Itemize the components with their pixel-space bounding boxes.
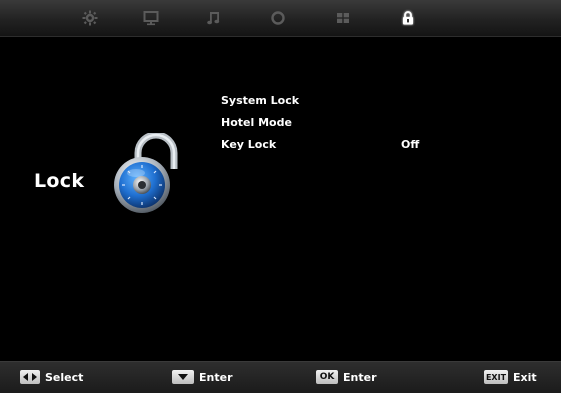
hint-exit: EXIT Exit: [484, 370, 537, 384]
ok-key-icon: OK: [316, 370, 338, 384]
clock-icon: [271, 11, 285, 25]
menu-item-system-lock[interactable]: System Lock: [221, 93, 551, 115]
hint-select-label: Select: [45, 370, 84, 384]
menu-item-key-lock[interactable]: Key Lock Off: [221, 137, 551, 159]
menu-item-label: System Lock: [221, 94, 300, 107]
combination-lock-icon: [114, 133, 178, 213]
menu-item-label: Key Lock: [221, 138, 277, 151]
tab-lock[interactable]: [378, 0, 438, 36]
menu-item-hotel-mode[interactable]: Hotel Mode: [221, 115, 551, 137]
exit-key-icon: EXIT: [484, 370, 508, 384]
bottom-hint-bar: Select Enter OK Enter EXIT Exit: [0, 361, 561, 393]
hint-select: Select: [20, 370, 83, 384]
hint-enter-label: Enter: [199, 370, 233, 384]
menu-item-label: Hotel Mode: [221, 116, 292, 129]
hint-exit-label: Exit: [513, 370, 537, 384]
hint-enter-down: Enter: [172, 370, 233, 384]
down-arrow-icon: [172, 370, 194, 384]
key-lock-value: Off: [401, 138, 420, 151]
tab-audio[interactable]: [184, 0, 244, 36]
tab-setup[interactable]: [313, 0, 373, 36]
tab-time[interactable]: [248, 0, 308, 36]
music-note-icon: [207, 12, 220, 25]
page-title: Lock: [34, 170, 85, 192]
left-right-arrows-icon: [20, 370, 40, 384]
hint-ok-label: Enter: [343, 370, 377, 384]
lock-menu: System Lock Hotel Mode Key Lock Off: [221, 93, 551, 159]
top-menu-bar: [0, 0, 561, 37]
hint-ok-enter: OK Enter: [316, 370, 377, 384]
gear-icon: [82, 10, 98, 26]
padlock-icon: [403, 11, 413, 25]
tab-picture-settings[interactable]: [60, 0, 120, 36]
grid-icon: [337, 13, 349, 23]
monitor-icon: [143, 11, 159, 26]
tab-screen[interactable]: [121, 0, 181, 36]
